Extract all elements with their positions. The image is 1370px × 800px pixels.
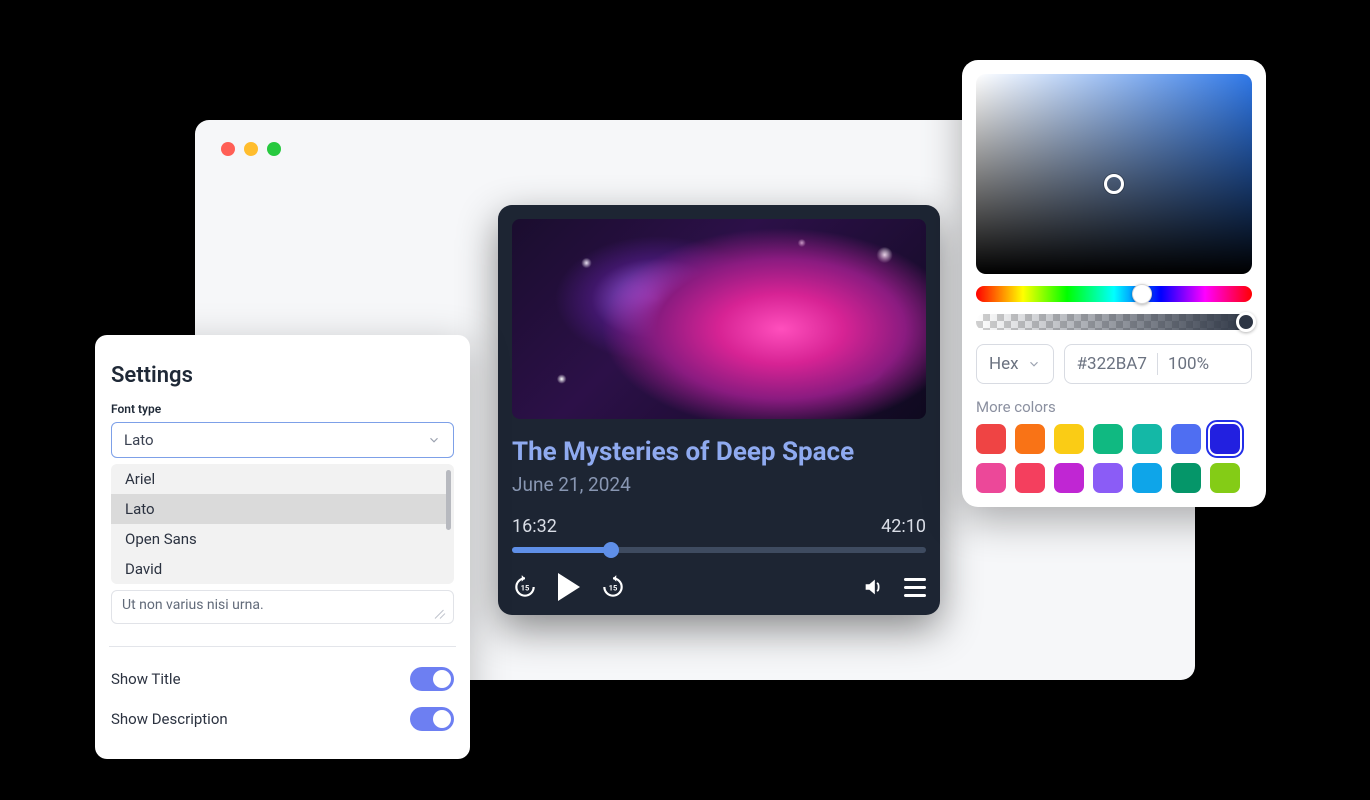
window-maximize-button[interactable] [267, 142, 281, 156]
show-description-row: Show Description [111, 699, 454, 739]
player-controls: 15 15 [512, 573, 926, 601]
swatch-3[interactable] [1093, 424, 1123, 454]
settings-panel: Settings Font type Lato Ariel Lato Open … [95, 335, 470, 759]
play-icon [558, 573, 580, 601]
hex-value: #322BA7 [1077, 354, 1147, 374]
more-colors-label: More colors [976, 398, 1252, 416]
swatch-9[interactable] [1054, 463, 1084, 493]
font-type-label: Font type [111, 402, 454, 416]
settings-title: Settings [111, 363, 454, 388]
show-title-toggle[interactable] [410, 667, 454, 691]
chevron-down-icon [427, 433, 441, 447]
svg-text:15: 15 [609, 583, 618, 592]
swatch-11[interactable] [1132, 463, 1162, 493]
color-format-select[interactable]: Hex [976, 344, 1054, 384]
time-duration: 42:10 [881, 516, 926, 537]
media-date: June 21, 2024 [512, 473, 926, 496]
font-option-lato[interactable]: Lato [111, 494, 448, 524]
hue-thumb[interactable] [1132, 284, 1152, 304]
swatch-6[interactable] [1210, 424, 1240, 454]
swatch-2[interactable] [1054, 424, 1084, 454]
show-description-toggle[interactable] [410, 707, 454, 731]
description-textarea[interactable]: Ut non varius nisi urna. [111, 590, 454, 624]
alpha-value: 100% [1168, 354, 1209, 374]
alpha-thumb[interactable] [1236, 312, 1256, 332]
swatch-13[interactable] [1210, 463, 1240, 493]
alpha-slider[interactable] [976, 314, 1252, 330]
media-player: The Mysteries of Deep Space June 21, 202… [498, 205, 940, 615]
volume-button[interactable] [862, 576, 884, 598]
chevron-down-icon [1027, 357, 1041, 371]
saturation-value-area[interactable] [976, 74, 1252, 274]
swatch-7[interactable] [976, 463, 1006, 493]
skip-back-15-button[interactable]: 15 [512, 574, 538, 600]
progress-slider[interactable] [512, 547, 926, 553]
resize-handle-icon[interactable] [437, 609, 447, 619]
show-title-row: Show Title [111, 659, 454, 699]
swatch-1[interactable] [1015, 424, 1045, 454]
font-option-david[interactable]: David [111, 554, 448, 584]
font-type-select[interactable]: Lato [111, 422, 454, 458]
media-artwork [512, 219, 926, 419]
sv-thumb[interactable] [1104, 174, 1124, 194]
show-description-label: Show Description [111, 710, 228, 728]
font-type-dropdown: Ariel Lato Open Sans David [111, 464, 454, 584]
color-format-value: Hex [989, 354, 1019, 374]
color-picker: Hex #322BA7 100% More colors [962, 60, 1266, 507]
swatch-10[interactable] [1093, 463, 1123, 493]
window-minimize-button[interactable] [244, 142, 258, 156]
progress-fill [512, 547, 611, 553]
toggle-knob [433, 710, 451, 728]
swatch-4[interactable] [1132, 424, 1162, 454]
input-divider [1157, 353, 1158, 375]
toggle-knob [433, 670, 451, 688]
svg-text:15: 15 [521, 583, 530, 592]
picker-inputs: Hex #322BA7 100% [976, 344, 1252, 384]
window-close-button[interactable] [221, 142, 235, 156]
time-elapsed: 16:32 [512, 516, 557, 537]
dropdown-scrollbar[interactable] [446, 470, 451, 530]
skip-forward-15-button[interactable]: 15 [600, 574, 626, 600]
volume-icon [862, 576, 884, 598]
media-title: The Mysteries of Deep Space [512, 437, 926, 467]
swatch-8[interactable] [1015, 463, 1045, 493]
swatch-0[interactable] [976, 424, 1006, 454]
queue-menu-button[interactable] [904, 578, 926, 597]
description-value: Ut non varius nisi urna. [122, 597, 264, 613]
font-option-ariel[interactable]: Ariel [111, 464, 448, 494]
color-value-input[interactable]: #322BA7 100% [1064, 344, 1252, 384]
play-button[interactable] [538, 573, 600, 601]
time-row: 16:32 42:10 [512, 516, 926, 537]
font-option-open-sans[interactable]: Open Sans [111, 524, 448, 554]
divider [109, 646, 456, 647]
font-type-selected-value: Lato [124, 431, 154, 449]
swatches [976, 424, 1252, 493]
hue-slider[interactable] [976, 286, 1252, 302]
swatch-5[interactable] [1171, 424, 1201, 454]
show-title-label: Show Title [111, 670, 181, 688]
swatch-12[interactable] [1171, 463, 1201, 493]
progress-thumb[interactable] [603, 542, 619, 558]
